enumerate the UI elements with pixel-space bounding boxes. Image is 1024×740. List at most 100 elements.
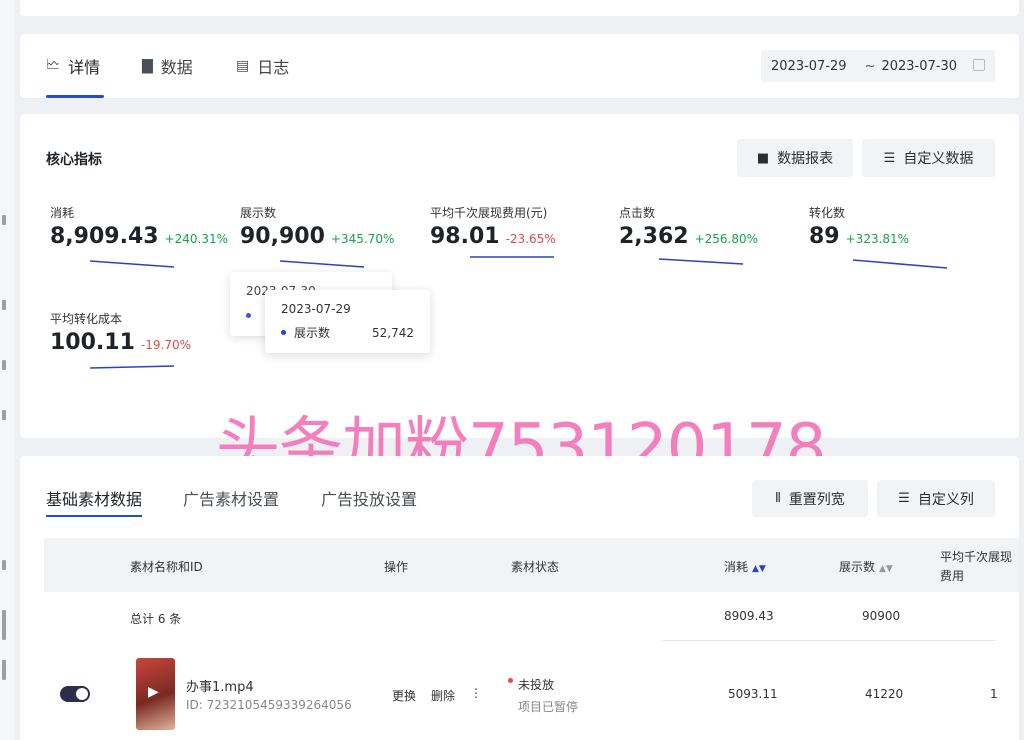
report-icon: ■ — [756, 150, 770, 166]
metric-value: 89 — [809, 224, 840, 249]
core-metrics-card: 核心指标 ■ 数据报表 ☰ 自定义数据 消耗 8,909.43 +240.31% … — [20, 114, 1019, 438]
bar-chart-icon: ▇ — [142, 58, 153, 74]
clipboard-icon: ▤ — [236, 58, 250, 74]
reset-column-width-button[interactable]: ⫴ 重置列宽 — [752, 480, 868, 517]
tab-log-label: 日志 — [257, 58, 290, 77]
metric-cost-per-conversion[interactable]: 平均转化成本 100.11 -19.70% — [50, 310, 191, 355]
sparkline-conversions — [852, 259, 948, 269]
sparkline-cost-per-conversion — [89, 365, 175, 369]
metric-value: 2,362 — [619, 224, 689, 249]
material-substatus: 项目已暂停 — [518, 700, 579, 714]
metric-change: +240.31% — [164, 232, 229, 246]
series-dot — [246, 313, 251, 318]
metric-value: 90,900 — [240, 224, 325, 249]
custom-columns-button[interactable]: ☰ 自定义列 — [877, 480, 995, 517]
date-separator: ~ — [864, 58, 876, 74]
tab-label: 基础素材数据 — [46, 490, 143, 509]
custom-columns-label: 自定义列 — [917, 491, 974, 508]
tab-data[interactable]: ▇ 数据 — [142, 34, 193, 98]
tab-log[interactable]: ▤ 日志 — [236, 34, 289, 98]
custom-data-button[interactable]: ☰ 自定义数据 — [862, 139, 995, 177]
metric-clicks[interactable]: 点击数 2,362 +256.80% — [619, 204, 758, 249]
status-dot — [508, 678, 513, 683]
metric-change: -23.65% — [505, 232, 556, 246]
tab-data-label: 数据 — [160, 58, 193, 77]
more-icon[interactable]: ⋮ — [470, 686, 482, 700]
tooltip-date: 2023-07-29 — [281, 302, 351, 316]
sparkline-impressions — [279, 260, 365, 268]
chart-tooltip: 2023-07-29 展示数 52,742 — [265, 290, 430, 353]
sparkline-clicks — [658, 258, 744, 265]
material-name[interactable]: 办事1.mp4 — [186, 676, 254, 695]
reset-column-width-label: 重置列宽 — [788, 491, 845, 508]
row-divider — [662, 640, 995, 641]
sort-icon: ▲▼ — [752, 564, 766, 574]
calendar-icon — [973, 59, 985, 71]
date-range-picker[interactable]: 2023-07-29 ~ 2023-07-30 — [761, 50, 995, 82]
sparkline-cpm — [470, 256, 554, 258]
metric-change: +345.70% — [330, 232, 395, 246]
toggle-knob — [76, 688, 88, 700]
col-impressions[interactable]: 展示数 ▲▼ — [839, 558, 893, 575]
material-toggle[interactable] — [60, 686, 90, 702]
col-cpm: 平均千次展现费用 — [940, 550, 1013, 583]
metric-change: -19.70% — [140, 338, 191, 352]
material-thumbnail[interactable]: ▶ — [136, 658, 175, 730]
play-icon: ▶ — [148, 684, 159, 700]
metric-impressions[interactable]: 展示数 90,900 +345.70% — [240, 204, 394, 249]
sort-icon: ▲▼ — [879, 564, 893, 574]
core-metrics-title: 核心指标 — [46, 152, 102, 168]
tooltip-value: 52,742 — [372, 325, 414, 340]
tab-details-label: 详情 — [68, 58, 101, 77]
metric-change: +256.80% — [694, 232, 759, 246]
col-material-status: 素材状态 — [511, 560, 560, 574]
metric-cpm[interactable]: 平均千次展现费用(元) 98.01 -23.65% — [430, 204, 556, 249]
left-edge-strip — [0, 0, 14, 740]
tab-ad-delivery-settings[interactable]: 广告投放设置 — [321, 486, 417, 510]
metric-conversions[interactable]: 转化数 89 +323.81% — [809, 204, 909, 249]
tab-details[interactable]: 🗠 详情 — [46, 34, 104, 98]
top-card — [20, 0, 1019, 16]
total-cost: 8909.43 — [724, 609, 774, 623]
col-material-name: 素材名称和ID — [130, 560, 203, 574]
list-icon: ☰ — [883, 150, 896, 166]
tab-label: 广告素材设置 — [183, 490, 280, 509]
metric-cost[interactable]: 消耗 8,909.43 +240.31% — [50, 204, 228, 249]
table-header: 素材名称和ID 操作 素材状态 消耗 ▲▼ 展示数 ▲▼ 平均千次展现费用 — [44, 538, 1019, 592]
metric-label: 转化数 — [809, 206, 846, 220]
metric-label: 消耗 — [50, 206, 75, 220]
active-tab-underline — [46, 95, 104, 98]
chart-line-icon: 🗠 — [46, 57, 61, 73]
replace-link[interactable]: 更换 — [392, 687, 416, 704]
tab-basic-material-data[interactable]: 基础素材数据 — [46, 486, 143, 517]
row-impressions: 41220 — [865, 687, 904, 701]
col-cost-label: 消耗 — [724, 560, 749, 574]
column-width-icon: ⫴ — [775, 491, 781, 506]
sparkline-cost — [89, 260, 175, 268]
metric-label: 展示数 — [240, 206, 277, 220]
metric-label: 平均千次展现费用(元) — [430, 206, 548, 220]
col-impressions-label: 展示数 — [839, 560, 876, 574]
metric-value: 100.11 — [50, 330, 135, 355]
delete-link[interactable]: 删除 — [431, 687, 455, 704]
tab-label: 广告投放设置 — [321, 490, 418, 509]
material-id: ID: 7232105459339264056 — [186, 698, 352, 712]
metric-label: 点击数 — [619, 206, 656, 220]
material-table-card: 基础素材数据 广告素材设置 广告投放设置 ⫴ 重置列宽 ☰ 自定义列 素材名称和… — [20, 456, 1019, 740]
row-cost: 5093.11 — [728, 687, 778, 701]
tab-ad-material-settings[interactable]: 广告素材设置 — [183, 486, 279, 510]
metric-label: 平均转化成本 — [50, 312, 123, 326]
data-report-button[interactable]: ■ 数据报表 — [737, 139, 853, 177]
date-start: 2023-07-29 — [771, 58, 847, 74]
detail-tabs-bar: 🗠 详情 ▇ 数据 ▤ 日志 2023-07-29 ~ 2023-07-30 — [20, 34, 1019, 98]
data-report-label: 数据报表 — [777, 151, 834, 167]
active-tab-underline — [46, 515, 143, 517]
material-status: 未投放 — [518, 678, 555, 692]
col-actions: 操作 — [384, 560, 409, 574]
col-cost[interactable]: 消耗 ▲▼ — [724, 558, 766, 575]
total-impressions: 90900 — [862, 609, 901, 623]
series-dot — [281, 330, 286, 335]
row-cpm: 1 — [990, 687, 998, 701]
list-icon: ☰ — [898, 491, 910, 506]
total-label: 总计 6 条 — [130, 612, 182, 626]
